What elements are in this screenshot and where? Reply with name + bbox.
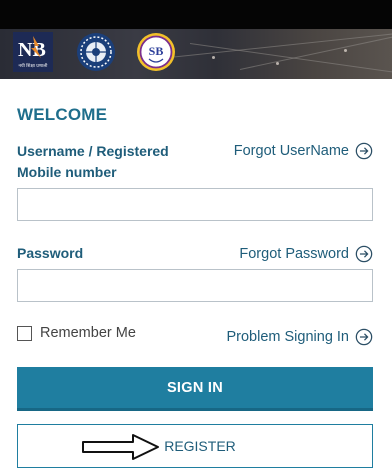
problem-signing-in-label: Problem Signing In — [226, 329, 349, 345]
banner-decoration — [149, 31, 392, 60]
username-label-line1: Username / Registered — [17, 143, 169, 159]
top-status-bar — [0, 0, 392, 29]
problem-signing-in-link[interactable]: Problem Signing In — [226, 328, 373, 346]
username-input[interactable] — [17, 188, 373, 221]
forgot-password-link[interactable]: Forgot Password — [239, 245, 373, 263]
register-label: REGISTER — [164, 438, 236, 454]
university-emblem-logo — [77, 33, 115, 71]
remember-me-checkbox[interactable]: Remember Me — [17, 325, 136, 341]
arrow-right-circle-icon — [355, 142, 373, 160]
sign-in-button[interactable]: SIGN IN — [17, 367, 373, 411]
nb-logo-text: NB — [18, 39, 46, 61]
checkbox-box[interactable] — [17, 325, 32, 341]
sb-logo: SB — [137, 33, 175, 71]
hand-drawn-arrow-icon — [82, 434, 159, 460]
welcome-heading: WELCOME — [17, 105, 108, 124]
banner-light — [276, 62, 279, 65]
forgot-username-link[interactable]: Forgot UserName — [234, 142, 373, 160]
nb-logo: NB नयी शिक्षा प्रणाली — [13, 32, 53, 72]
sb-logo-text: SB — [149, 44, 164, 58]
remember-me-label: Remember Me — [40, 325, 136, 341]
username-label-line2: Mobile number — [17, 164, 117, 180]
arrow-right-circle-icon — [355, 328, 373, 346]
nb-logo-caption: नयी शिक्षा प्रणाली — [19, 62, 49, 69]
banner-light — [344, 49, 347, 52]
banner-light — [212, 56, 215, 59]
password-label: Password — [17, 245, 84, 261]
forgot-password-label: Forgot Password — [239, 246, 349, 262]
register-button[interactable]: REGISTER — [17, 424, 373, 468]
forgot-username-label: Forgot UserName — [233, 143, 349, 159]
header-banner: NB नयी शिक्षा प्रणाली SB — [0, 29, 392, 79]
password-input[interactable] — [17, 269, 373, 302]
arrow-right-circle-icon — [355, 245, 373, 263]
